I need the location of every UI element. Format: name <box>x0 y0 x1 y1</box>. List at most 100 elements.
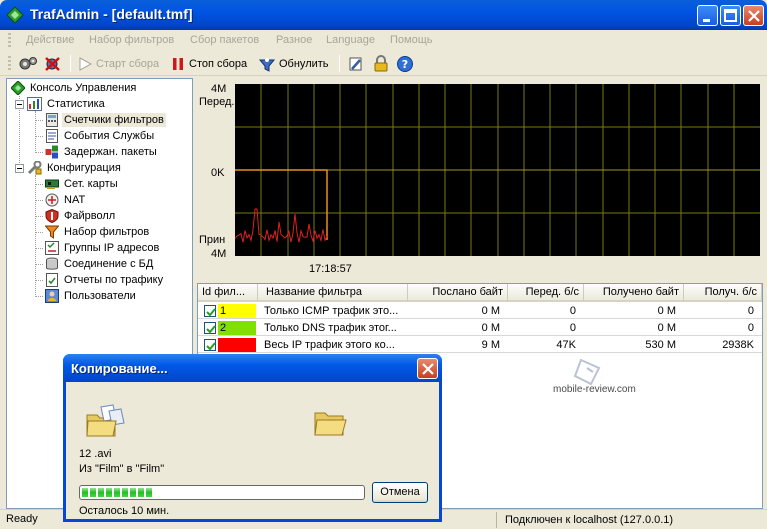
menu-misc[interactable]: Разное <box>276 34 312 46</box>
column-header-filter-name[interactable]: Название фильтра <box>258 284 408 302</box>
menu-help[interactable]: Помощь <box>390 34 433 46</box>
row-recv-rate: 2938K <box>722 339 754 351</box>
tree-item-traffic-reports[interactable]: Отчеты по трафику <box>45 272 165 288</box>
menu-filter-set[interactable]: Набор фильтров <box>89 34 174 46</box>
start-capture-button[interactable]: Старт сбора <box>77 53 159 74</box>
tree-label: Набор фильтров <box>64 226 150 238</box>
column-header-bytes-sent[interactable]: Послано байт <box>408 284 508 302</box>
graph-top-value: 4M <box>211 83 227 95</box>
table-row[interactable]: 1 Только ICMP трафик это... 0 M 0 0 M 0 <box>198 303 762 319</box>
row-recv-rate: 0 <box>747 305 754 317</box>
traffic-graph-pane: 4M Перед. 0K Прин 4M 17:18:57 <box>197 78 763 283</box>
copy-time-remaining: Осталось 10 мин. <box>79 505 170 517</box>
pause-icon <box>173 57 183 70</box>
stop-capture-button[interactable]: Стоп сбора <box>170 53 247 74</box>
close-icon <box>748 10 760 22</box>
tree-item-db-connection[interactable]: Соединение с БД <box>45 256 155 272</box>
tree-label: Задержан. пакеты <box>64 146 157 158</box>
menu-packet-capture[interactable]: Сбор пакетов <box>190 34 259 46</box>
network-card-icon <box>45 179 59 189</box>
table-header: Id фил... Название фильтра Послано байт … <box>198 284 762 302</box>
tree-line <box>35 264 43 265</box>
tree-item-statistics[interactable]: Статистика <box>15 96 107 112</box>
table-row[interactable]: Весь IP трафик этого ко... 9 M 47K 530 M 293… <box>198 337 762 353</box>
row-bytes-received: 0 M <box>657 305 676 317</box>
traffic-graph-canvas <box>234 84 760 256</box>
reset-button[interactable]: Обнулить <box>258 53 329 74</box>
tree-item-console-root[interactable]: Консоль Управления <box>11 80 138 96</box>
table-row[interactable]: 2 Только DNS трафик этог... 0 M 0 0 M 0 <box>198 320 762 336</box>
start-capture-label: Старт сбора <box>96 57 160 70</box>
copy-from-to: Из "Film" в "Film" <box>79 463 165 475</box>
progress-segment <box>114 488 120 497</box>
close-button[interactable] <box>743 5 764 26</box>
tree-label: Сет. карты <box>64 178 118 190</box>
gears-icon <box>19 56 37 69</box>
tree-item-service-events[interactable]: События Службы <box>45 128 156 144</box>
menu-language[interactable]: Language <box>326 34 375 46</box>
tree-label: Соединение с БД <box>64 258 154 270</box>
tree-label: Отчеты по трафику <box>64 274 164 286</box>
tree-line <box>35 111 36 153</box>
row-checkbox[interactable] <box>204 305 216 317</box>
tree-label: Пользователи <box>64 290 136 302</box>
maximize-button[interactable] <box>720 5 741 26</box>
row-checkbox[interactable] <box>204 322 216 334</box>
maximize-icon <box>724 9 737 22</box>
menu-action[interactable]: Действие <box>26 34 74 46</box>
minimize-button[interactable] <box>697 5 718 26</box>
lock-icon <box>374 54 388 71</box>
checkmark-icon <box>206 308 216 317</box>
tree-item-filter-set[interactable]: Набор фильтров <box>45 224 151 240</box>
graph-bottom-value: 4M <box>211 248 227 260</box>
tree-item-ip-groups[interactable]: Группы IP адресов <box>45 240 161 256</box>
row-color-swatch: 2 <box>218 321 256 335</box>
tree-item-network-cards[interactable]: Сет. карты <box>45 176 120 192</box>
collapse-icon[interactable] <box>15 99 24 109</box>
statistics-icon <box>27 97 42 111</box>
graph-time-label: 17:18:57 <box>309 263 352 275</box>
row-bytes-sent: 0 M <box>481 305 500 317</box>
console-icon <box>11 81 25 95</box>
svg-text:?: ? <box>402 58 408 71</box>
row-id: 2 <box>220 322 227 334</box>
database-icon <box>46 257 58 270</box>
traffic-graph <box>234 84 760 256</box>
tree-line <box>35 120 43 121</box>
tree-item-filter-counters[interactable]: Счетчики фильтров <box>45 112 166 128</box>
tree-label: Счетчики фильтров <box>62 113 166 127</box>
lock-button[interactable] <box>372 53 390 74</box>
tree-item-configuration[interactable]: Конфигурация <box>15 160 123 176</box>
row-recv-rate: 0 <box>747 322 754 334</box>
tree-item-firewall[interactable]: Файрволл <box>45 208 117 224</box>
tree-label: Консоль Управления <box>30 82 137 94</box>
events-icon <box>46 129 58 143</box>
minimize-icon <box>703 19 710 22</box>
column-header-send-rate[interactable]: Перед. б/с <box>508 284 584 302</box>
progress-segment <box>98 488 104 497</box>
tools-button[interactable] <box>347 53 365 74</box>
toolbar-grip <box>8 56 11 71</box>
column-header-recv-rate[interactable]: Получ. б/с <box>684 284 762 302</box>
column-header-id[interactable]: Id фил... <box>198 284 258 302</box>
tree-label: Статистика <box>47 98 105 110</box>
tree-line <box>35 136 43 137</box>
collapse-icon[interactable] <box>15 163 24 173</box>
cancel-button[interactable]: Отмена <box>372 482 428 503</box>
copy-dialog-close-button[interactable] <box>417 358 438 379</box>
help-button[interactable]: ? <box>396 53 414 74</box>
progress-segment <box>138 488 144 497</box>
disconnect-button[interactable] <box>43 53 63 74</box>
tree-item-held-packets[interactable]: Задержан. пакеты <box>45 144 159 160</box>
tree-item-users[interactable]: Пользователи <box>45 288 138 304</box>
tree-item-nat[interactable]: NAT <box>45 192 87 208</box>
row-checkbox[interactable] <box>204 339 216 351</box>
tree-label: Конфигурация <box>47 162 121 174</box>
tree-line <box>35 175 36 297</box>
row-bytes-sent: 9 M <box>481 339 500 351</box>
settings-button[interactable] <box>18 53 38 74</box>
packets-icon <box>45 145 58 159</box>
stop-capture-label: Стоп сбора <box>189 57 248 70</box>
column-header-bytes-received[interactable]: Получено байт <box>584 284 684 302</box>
reset-label: Обнулить <box>279 57 329 70</box>
